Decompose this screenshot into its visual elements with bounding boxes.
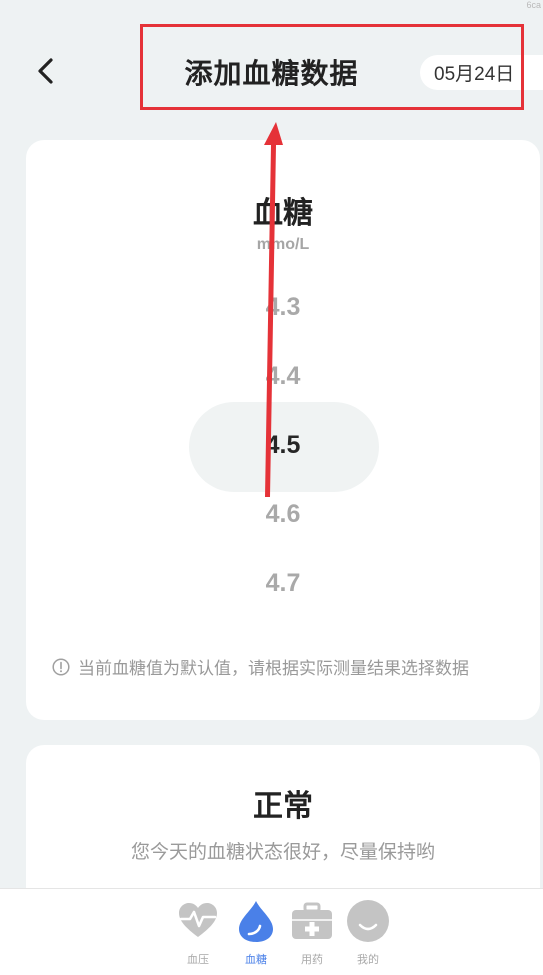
picker-value-option[interactable]: 4.4 — [26, 362, 540, 391]
nav-item-medication[interactable]: 用药 — [282, 895, 342, 971]
picker-value-option[interactable]: 4.6 — [26, 500, 540, 529]
medicine-kit-icon — [292, 902, 332, 939]
picker-unit: mmo/L — [256, 236, 310, 253]
nav-label: 用药 — [301, 954, 323, 966]
nav-label: 血压 — [187, 954, 209, 966]
heart-pulse-icon — [179, 903, 217, 937]
header: 添加血糖数据 05月24日 — [0, 0, 543, 140]
smiley-profile-icon — [347, 900, 389, 942]
nav-item-blood-sugar[interactable]: 血糖 — [226, 895, 286, 971]
hint-text: 当前血糖值为默认值，请根据实际测量结果选择数据 — [78, 659, 469, 678]
blood-drop-icon — [239, 901, 273, 942]
picker-value-option[interactable]: 4.3 — [26, 293, 540, 322]
nav-item-profile[interactable]: 我的 — [338, 895, 398, 971]
default-value-hint: 当前血糖值为默认值，请根据实际测量结果选择数据 — [52, 654, 469, 679]
bottom-navigation: 血压 血糖 用药 我的 — [0, 888, 543, 975]
date-selector[interactable]: 05月24日 — [420, 55, 543, 90]
status-title: 正常 — [253, 790, 313, 823]
picker-value-selected[interactable]: 4.5 — [26, 431, 540, 460]
picker-title: 血糖 — [253, 197, 313, 230]
nav-label: 血糖 — [245, 954, 267, 966]
info-icon — [52, 657, 70, 676]
nav-item-blood-pressure[interactable]: 血压 — [168, 895, 228, 971]
glucose-picker-card: 血糖 mmo/L 4.3 4.4 4.5 4.6 4.7 当前血糖值为默认值，请… — [26, 140, 540, 720]
nav-label: 我的 — [357, 954, 379, 966]
picker-value-option[interactable]: 4.7 — [26, 569, 540, 598]
status-description: 您今天的血糖状态很好，尽量保持哟 — [130, 842, 435, 863]
